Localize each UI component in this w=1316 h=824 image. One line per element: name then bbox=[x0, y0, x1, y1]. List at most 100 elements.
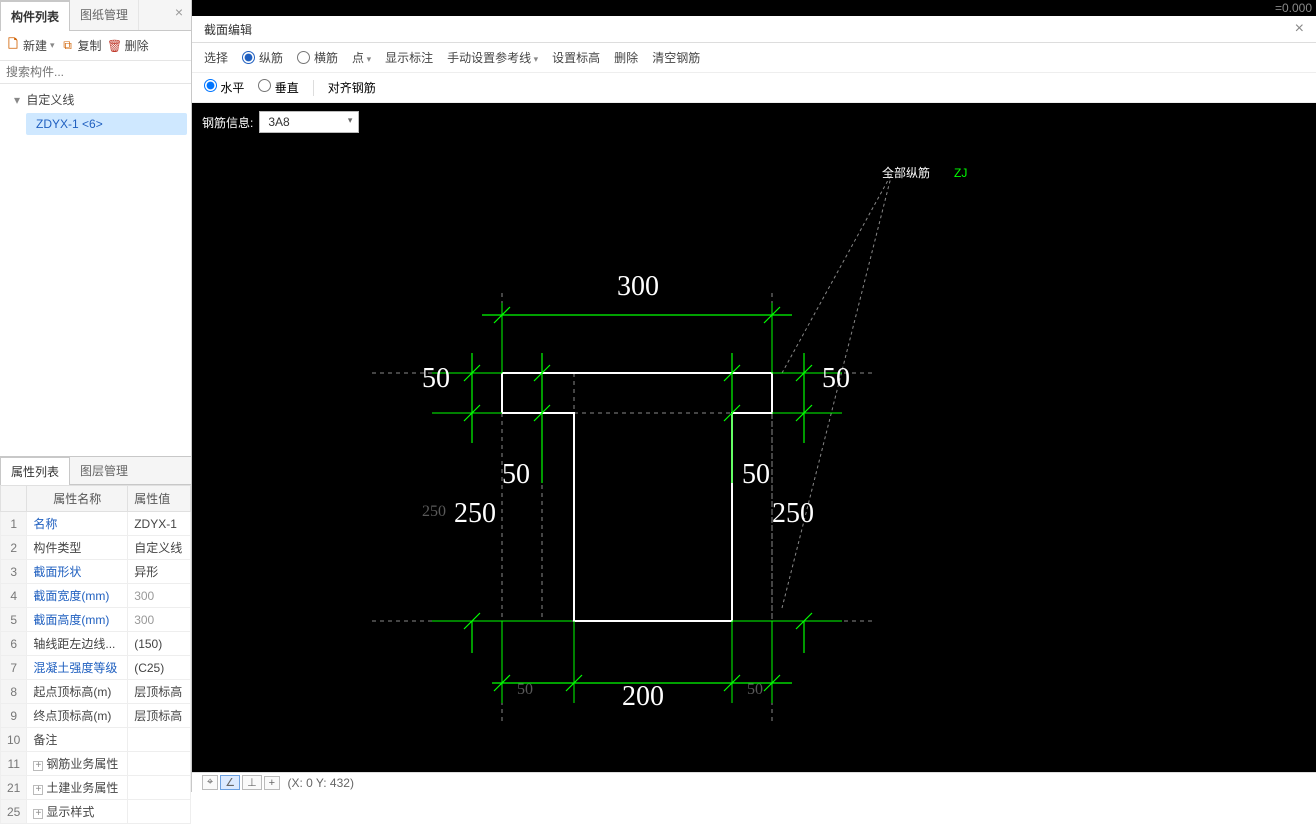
table-row[interactable]: 11+钢筋业务属性 bbox=[1, 752, 191, 776]
tree-root-label: 自定义线 bbox=[26, 93, 74, 107]
clear-rebar-button[interactable]: 清空钢筋 bbox=[652, 49, 700, 66]
radio-transverse[interactable]: 横筋 bbox=[297, 49, 338, 66]
table-row[interactable]: 5截面高度(mm)300 bbox=[1, 608, 191, 632]
radio-transverse-input[interactable] bbox=[297, 51, 310, 64]
prop-rownum: 8 bbox=[1, 680, 27, 704]
new-label: 新建 bbox=[23, 37, 47, 54]
prop-name: 轴线距左边线... bbox=[27, 632, 128, 656]
point-dropdown[interactable]: 点 bbox=[352, 49, 371, 66]
prop-value[interactable] bbox=[128, 800, 191, 824]
radio-vertical[interactable]: 垂直 bbox=[258, 79, 298, 96]
dim-left-notch-50: 50 bbox=[422, 363, 450, 395]
trash-icon: 🗑 bbox=[108, 39, 122, 53]
prop-rownum: 1 bbox=[1, 512, 27, 536]
prop-name: 起点顶标高(m) bbox=[27, 680, 128, 704]
prop-value[interactable]: 异形 bbox=[128, 560, 191, 584]
radio-vertical-label: 垂直 bbox=[275, 81, 299, 95]
table-row[interactable]: 6轴线距左边线...(150) bbox=[1, 632, 191, 656]
prop-value[interactable]: ZDYX-1 bbox=[128, 512, 191, 536]
expand-icon[interactable]: + bbox=[33, 785, 43, 795]
table-row[interactable]: 8起点顶标高(m)层顶标高 bbox=[1, 680, 191, 704]
radio-transverse-label: 横筋 bbox=[314, 49, 338, 66]
status-btn-4[interactable]: + bbox=[264, 776, 280, 790]
copy-icon: ⧉ bbox=[61, 39, 75, 53]
radio-longitudinal-input[interactable] bbox=[242, 51, 255, 64]
rebar-info-combo[interactable]: 3A8 bbox=[259, 111, 359, 133]
tree-root[interactable]: ▾ 自定义线 bbox=[4, 88, 187, 111]
manual-ref-dropdown[interactable]: 手动设置参考线 bbox=[447, 49, 538, 66]
delete-label: 删除 bbox=[125, 37, 149, 54]
property-table: 属性名称 属性值 1名称ZDYX-12构件类型自定义线3截面形状异形4截面宽度(… bbox=[0, 485, 191, 824]
align-rebar-button[interactable]: 对齐钢筋 bbox=[328, 79, 376, 96]
prop-rownum: 4 bbox=[1, 584, 27, 608]
delete-rebar-button[interactable]: 删除 bbox=[614, 49, 638, 66]
collapse-icon[interactable]: ▾ bbox=[14, 93, 20, 107]
table-row[interactable]: 25+显示样式 bbox=[1, 800, 191, 824]
prop-value[interactable]: 300 bbox=[128, 584, 191, 608]
tree-item-zdyx1[interactable]: ZDYX-1 <6> bbox=[26, 113, 187, 135]
table-row[interactable]: 7混凝土强度等级(C25) bbox=[1, 656, 191, 680]
section-editor-titlebar: 截面编辑 × bbox=[192, 16, 1316, 43]
table-row[interactable]: 10备注 bbox=[1, 728, 191, 752]
prop-rownum: 10 bbox=[1, 728, 27, 752]
prop-value[interactable]: 自定义线 bbox=[128, 536, 191, 560]
radio-horizontal-input[interactable] bbox=[204, 79, 217, 92]
prop-name: 名称 bbox=[27, 512, 128, 536]
section-toolbar-row1: 选择 纵筋 横筋 点 显示标注 手动设置参考线 设置标高 删除 清空钢筋 bbox=[192, 43, 1316, 73]
ref-250: 250 bbox=[422, 503, 446, 521]
radio-horizontal-label: 水平 bbox=[220, 81, 244, 95]
dim-right-250: 250 bbox=[772, 498, 814, 530]
prop-value[interactable]: 300 bbox=[128, 608, 191, 632]
status-btn-1[interactable]: ⌖ bbox=[202, 775, 218, 790]
prop-value[interactable]: (150) bbox=[128, 632, 191, 656]
dim-left-250: 250 bbox=[454, 498, 496, 530]
delete-button[interactable]: 🗑 删除 bbox=[108, 37, 149, 54]
prop-name: 备注 bbox=[27, 728, 128, 752]
table-row[interactable]: 2构件类型自定义线 bbox=[1, 536, 191, 560]
copy-label: 复制 bbox=[78, 37, 102, 54]
table-row[interactable]: 1名称ZDYX-1 bbox=[1, 512, 191, 536]
prop-value[interactable] bbox=[128, 752, 191, 776]
prop-rownum: 5 bbox=[1, 608, 27, 632]
select-button[interactable]: 选择 bbox=[204, 49, 228, 66]
prop-value[interactable]: 层顶标高 bbox=[128, 680, 191, 704]
dim-inner-left-50: 50 bbox=[502, 459, 530, 491]
radio-vertical-input[interactable] bbox=[258, 79, 271, 92]
radio-horizontal[interactable]: 水平 bbox=[204, 79, 244, 96]
radio-longitudinal[interactable]: 纵筋 bbox=[242, 49, 283, 66]
tab-property-list[interactable]: 属性列表 bbox=[0, 457, 70, 485]
tab-drawing-mgmt[interactable]: 图纸管理 bbox=[70, 0, 139, 30]
left-panel: 构件列表 图纸管理 × 🗋 新建 ▾ ⧉ 复制 🗑 删除 ▾ 自定义线 bbox=[0, 0, 192, 792]
section-toolbar-row2: 水平 垂直 对齐钢筋 bbox=[192, 73, 1316, 103]
prop-value[interactable] bbox=[128, 776, 191, 800]
copy-button[interactable]: ⧉ 复制 bbox=[61, 37, 102, 54]
dim-bottom-right-50: 50 bbox=[747, 681, 763, 699]
prop-value[interactable]: 层顶标高 bbox=[128, 704, 191, 728]
coord-readout-top: =0.000 bbox=[1275, 1, 1312, 15]
drawing-canvas[interactable]: 钢筋信息: 3A8 bbox=[192, 103, 1316, 792]
property-panel: 属性列表 图层管理 属性名称 属性值 1名称ZDYX-12构件类型自定义线3截面… bbox=[0, 456, 191, 824]
show-dim-button[interactable]: 显示标注 bbox=[385, 49, 433, 66]
table-row[interactable]: 3截面形状异形 bbox=[1, 560, 191, 584]
close-section-editor-icon[interactable]: × bbox=[1295, 20, 1304, 38]
prop-value[interactable]: (C25) bbox=[128, 656, 191, 680]
tab-layer-mgmt[interactable]: 图层管理 bbox=[70, 457, 138, 484]
tab-component-list[interactable]: 构件列表 bbox=[0, 0, 70, 31]
prop-value[interactable] bbox=[128, 728, 191, 752]
close-left-tabs-icon[interactable]: × bbox=[167, 0, 191, 30]
dim-right-notch-50: 50 bbox=[822, 363, 850, 395]
new-button[interactable]: 🗋 新建 ▾ bbox=[6, 37, 55, 54]
table-row[interactable]: 21+土建业务属性 bbox=[1, 776, 191, 800]
set-elevation-button[interactable]: 设置标高 bbox=[552, 49, 600, 66]
dim-inner-right-50: 50 bbox=[742, 459, 770, 491]
table-row[interactable]: 4截面宽度(mm)300 bbox=[1, 584, 191, 608]
status-btn-2[interactable]: ∠ bbox=[220, 775, 240, 790]
status-btn-3[interactable]: ⊥ bbox=[242, 775, 262, 790]
expand-icon[interactable]: + bbox=[33, 761, 43, 771]
expand-icon[interactable]: + bbox=[33, 809, 43, 819]
drawing-title: 全部纵筋 ZJ bbox=[882, 148, 967, 185]
right-panel: =0.000 截面编辑 × 选择 纵筋 横筋 点 显示标注 手动设置参考线 设置… bbox=[192, 0, 1316, 792]
search-input[interactable] bbox=[0, 61, 191, 84]
table-row[interactable]: 9终点顶标高(m)层顶标高 bbox=[1, 704, 191, 728]
drawing-title-code: ZJ bbox=[954, 166, 967, 180]
